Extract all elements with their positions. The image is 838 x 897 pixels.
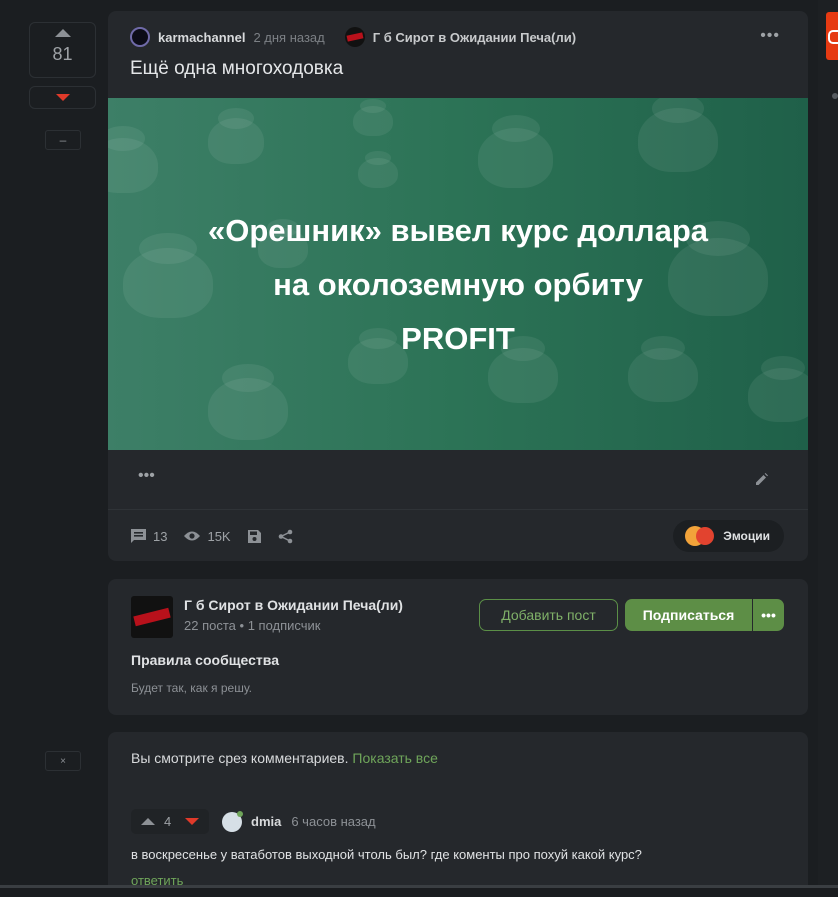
community-name[interactable]: Г б Сирот в Ожидании Печа(ли) [184,597,403,613]
subscribers-count: 1 подписчик [247,618,321,633]
banner-caption: «Орешник» вывел курс доллара на околозем… [108,204,808,366]
vote-rail: 81 [29,22,97,109]
add-post-button[interactable]: Добавить пост [479,599,618,631]
post-menu-icon[interactable]: ••• [760,27,780,45]
background-pattern-icon [748,356,808,422]
background-pattern-icon [208,107,264,164]
comment-upvote-icon[interactable] [141,818,155,825]
slice-text: Вы смотрите срез комментариев. [131,750,349,766]
save-icon [247,529,261,543]
background-pattern-icon [208,364,288,440]
community-link[interactable]: Г б Сирот в Ожидании Печа(ли) [373,30,576,45]
show-all-link[interactable]: Показать все [352,750,437,766]
views-value: 15K [207,528,231,544]
emoji-icon [685,526,715,546]
arrow-down-icon [55,94,70,101]
comments-count-button[interactable]: 13 [130,528,167,544]
collapse-post-button[interactable]: – [45,130,81,150]
comments-section: Вы смотрите срез комментариев. Показать … [108,732,808,897]
background-pattern-icon [638,98,718,172]
post-title[interactable]: Ещё одна многоходовка [130,58,343,80]
upvote-button[interactable]: 81 [29,22,96,78]
bottom-scrollbar[interactable] [0,885,838,897]
background-pattern-icon [353,99,393,136]
comment-score: 4 [164,814,172,829]
comments-count: 13 [153,528,168,544]
commenter-avatar[interactable] [222,810,243,832]
downvote-button[interactable] [29,86,96,109]
author-name[interactable]: karmachannel [158,30,245,45]
author-avatar[interactable] [130,27,150,47]
post-footer: 13 15K [130,523,309,549]
stats-separator: • [239,618,248,633]
share-icon [278,529,292,543]
post-header: karmachannel 2 дня назад Г б Сирот в Ожи… [130,26,576,48]
community-avatar[interactable] [344,27,365,47]
banner-line-2: на околоземную орбиту [273,267,643,302]
close-comments-button[interactable]: × [45,751,81,771]
views-count: 15K [183,528,231,544]
post-card: karmachannel 2 дня назад Г б Сирот в Ожи… [108,11,808,561]
banner-line-3: PROFIT [401,321,515,356]
subscribe-button[interactable]: Подписаться [625,599,752,631]
post-image: «Орешник» вывел курс доллара на околозем… [108,98,808,450]
comment-time: 6 часов назад [291,814,376,829]
emotions-button[interactable]: Эмоции [673,520,784,552]
banner-line-1: «Орешник» вывел курс доллара [207,213,709,248]
background-pattern-icon [108,125,158,193]
comments-slice-notice: Вы смотрите срез комментариев. Показать … [131,750,438,766]
posts-count: 22 поста [184,618,236,633]
post-time: 2 дня назад [253,29,325,45]
side-dot-icon [832,93,838,99]
commenter-name[interactable]: dmia [251,814,281,829]
side-logo-icon[interactable] [826,12,838,60]
more-options-icon[interactable]: ••• [138,467,155,485]
rules-title[interactable]: Правила сообщества [131,652,279,668]
post-tools: ••• [108,450,808,510]
emotions-label: Эмоции [723,529,770,543]
eye-icon [184,531,201,541]
comment-icon [131,529,146,543]
comment-text: в воскресенье у ватаботов выходной чтоль… [131,847,642,862]
community-stats: 22 поста • 1 подписчик [184,618,320,633]
rules-text: Будет так, как я решу. [131,681,252,695]
comment-downvote-icon[interactable] [185,818,200,825]
background-pattern-icon [478,114,553,188]
pencil-icon[interactable] [754,471,770,487]
community-logo[interactable] [131,596,173,638]
comment-header: 4 dmia 6 часов назад [131,809,376,834]
share-button[interactable] [278,529,293,544]
save-button[interactable] [247,529,262,544]
comment-vote: 4 [131,809,209,834]
community-more-button[interactable]: ••• [753,599,784,631]
right-scroll-area [818,0,838,897]
background-pattern-icon [358,151,398,188]
post-rating: 81 [52,44,73,64]
arrow-up-icon [54,29,71,37]
community-card: Г б Сирот в Ожидании Печа(ли) 22 поста •… [108,579,808,715]
